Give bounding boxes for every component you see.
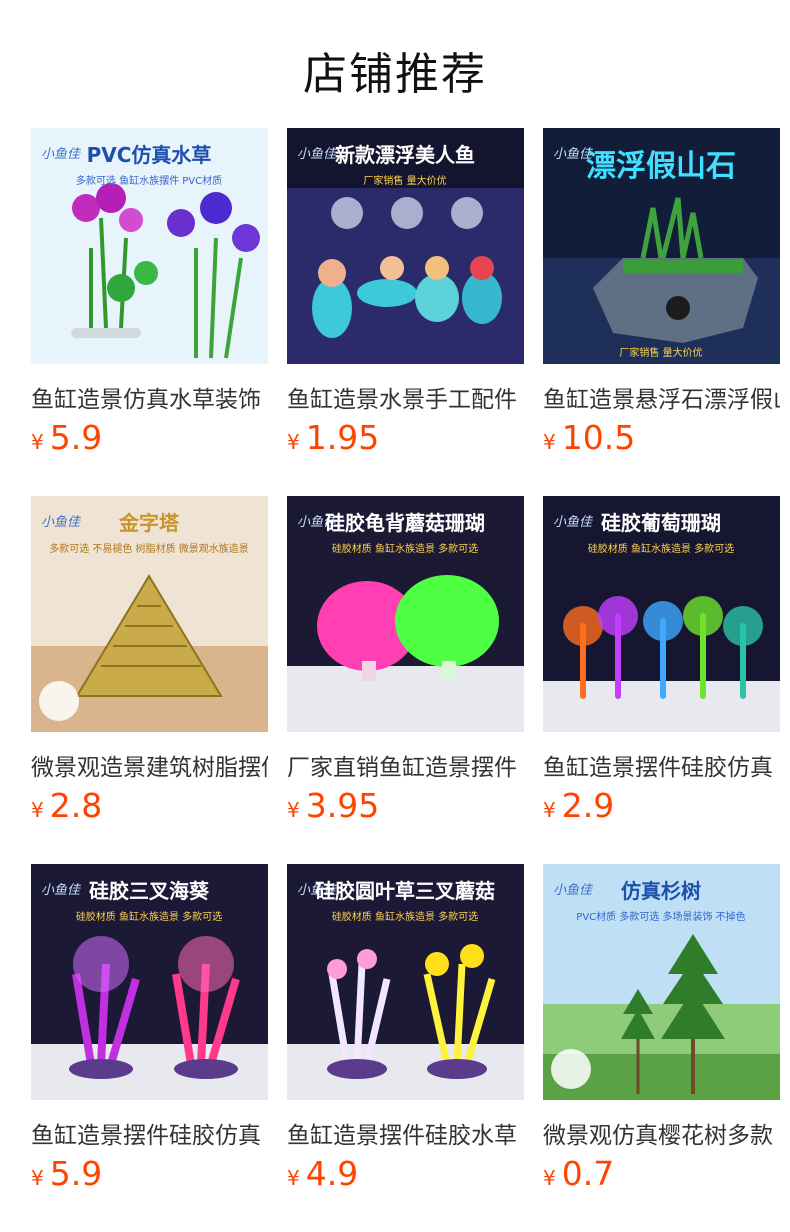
product-price: ¥5.9: [31, 418, 102, 457]
page-title: 店铺推荐: [303, 49, 487, 100]
svg-text:硅胶葡萄珊瑚: 硅胶葡萄珊瑚: [601, 511, 721, 535]
svg-text:硅胶圆叶草三叉蘑菇: 硅胶圆叶草三叉蘑菇: [315, 879, 495, 903]
svg-text:厂家销售 量大价优: 厂家销售 量大价优: [363, 174, 446, 187]
svg-text:仿真杉树: 仿真杉树: [621, 879, 701, 903]
product-price: ¥3.95: [287, 786, 379, 825]
product-name[interactable]: 鱼缸造景悬浮石漂浮假山石: [543, 380, 780, 414]
product-card[interactable]: 小鱼佳 PVC仿真水草 多款可选 鱼缸水族摆件 PVC材质 鱼缸造景仿真水草装饰…: [31, 128, 268, 468]
svg-text:硅胶龟背蘑菇珊瑚: 硅胶龟背蘑菇珊瑚: [325, 511, 485, 535]
product-price: ¥4.9: [287, 1154, 358, 1193]
price-value: 1.95: [305, 418, 380, 457]
svg-text:硅胶三叉海葵: 硅胶三叉海葵: [89, 879, 210, 903]
svg-text:硅胶材质 鱼缸水族造景 多款可选: 硅胶材质 鱼缸水族造景 多款可选: [588, 542, 734, 555]
svg-text:硅胶材质 鱼缸水族造景 多款可选: 硅胶材质 鱼缸水族造景 多款可选: [332, 542, 478, 555]
product-price: ¥0.7: [543, 1154, 614, 1193]
product-price: ¥2.8: [31, 786, 102, 825]
product-card[interactable]: 小鱼佳 硅胶葡萄珊瑚 硅胶材质 鱼缸水族造景 多款可选 鱼缸造景摆件硅胶仿真 ¥2…: [543, 496, 780, 836]
product-image[interactable]: 小鱼佳 硅胶龟背蘑菇珊瑚 硅胶材质 鱼缸水族造景 多款可选: [287, 496, 524, 732]
price-value: 2.8: [49, 786, 103, 825]
product-name[interactable]: 鱼缸造景仿真水草装饰: [31, 380, 268, 414]
product-name[interactable]: 厂家直销鱼缸造景摆件: [287, 748, 524, 782]
svg-text:漂浮假山石: 漂浮假山石: [586, 149, 736, 184]
currency-symbol: ¥: [287, 798, 300, 822]
svg-text:新款漂浮美人鱼: 新款漂浮美人鱼: [335, 143, 475, 167]
svg-text:硅胶材质 鱼缸水族造景 多款可选: 硅胶材质 鱼缸水族造景 多款可选: [76, 910, 222, 923]
shop-recommend-page: 店铺推荐 小鱼佳 PVC仿真水草 多款可选 鱼缸水族摆件 PVC材质 鱼缸造景仿…: [0, 0, 790, 1232]
product-card[interactable]: 小鱼佳 新款漂浮美人鱼 厂家销售 量大价优 鱼缸造景水景手工配件 ¥1.95: [287, 128, 524, 468]
product-card[interactable]: 小鱼佳 硅胶三叉海葵 硅胶材质 鱼缸水族造景 多款可选 鱼缸造景摆件硅胶仿真 ¥5…: [31, 864, 268, 1204]
product-name[interactable]: 微景观造景建筑树脂摆件: [31, 748, 268, 782]
svg-text:PVC材质 多款可选 多场景装饰 不掉色: PVC材质 多款可选 多场景装饰 不掉色: [576, 910, 745, 923]
currency-symbol: ¥: [31, 1166, 44, 1190]
svg-text:多款可选 不易褪色 树脂材质 微景观水族造景: 多款可选 不易褪色 树脂材质 微景观水族造景: [49, 542, 249, 555]
price-value: 3.95: [305, 786, 380, 825]
product-image[interactable]: 小鱼佳 新款漂浮美人鱼 厂家销售 量大价优: [287, 128, 524, 364]
svg-text:金字塔: 金字塔: [118, 511, 180, 535]
price-value: 5.9: [49, 418, 103, 457]
product-image[interactable]: 小鱼佳 硅胶葡萄珊瑚 硅胶材质 鱼缸水族造景 多款可选: [543, 496, 780, 732]
svg-text:PVC仿真水草: PVC仿真水草: [87, 143, 212, 167]
product-image[interactable]: 小鱼佳 硅胶三叉海葵 硅胶材质 鱼缸水族造景 多款可选: [31, 864, 268, 1100]
currency-symbol: ¥: [543, 798, 556, 822]
product-price: ¥10.5: [543, 418, 635, 457]
svg-text:多款可选 鱼缸水族摆件 PVC材质: 多款可选 鱼缸水族摆件 PVC材质: [76, 174, 222, 187]
product-card[interactable]: 小鱼佳 漂浮假山石 厂家销售 量大价优 鱼缸造景悬浮石漂浮假山石 ¥10.5: [543, 128, 780, 468]
product-price: ¥1.95: [287, 418, 379, 457]
price-value: 5.9: [49, 1154, 103, 1193]
price-value: 4.9: [305, 1154, 359, 1193]
product-card[interactable]: 小鱼佳 硅胶龟背蘑菇珊瑚 硅胶材质 鱼缸水族造景 多款可选 厂家直销鱼缸造景摆件…: [287, 496, 524, 836]
svg-text:硅胶材质 鱼缸水族造景 多款可选: 硅胶材质 鱼缸水族造景 多款可选: [332, 910, 478, 923]
product-card[interactable]: 小鱼佳 金字塔 多款可选 不易褪色 树脂材质 微景观水族造景 微景观造景建筑树脂…: [31, 496, 268, 836]
currency-symbol: ¥: [31, 430, 44, 454]
product-image[interactable]: 小鱼佳 金字塔 多款可选 不易褪色 树脂材质 微景观水族造景: [31, 496, 268, 732]
svg-text:小鱼佳: 小鱼佳: [41, 147, 81, 162]
svg-text:小鱼佳: 小鱼佳: [297, 147, 337, 162]
product-price: ¥2.9: [543, 786, 614, 825]
currency-symbol: ¥: [543, 430, 556, 454]
product-card[interactable]: 小鱼佳 硅胶圆叶草三叉蘑菇 硅胶材质 鱼缸水族造景 多款可选 鱼缸造景摆件硅胶水…: [287, 864, 524, 1204]
price-value: 2.9: [561, 786, 615, 825]
product-image[interactable]: 小鱼佳 漂浮假山石 厂家销售 量大价优: [543, 128, 780, 364]
product-price: ¥5.9: [31, 1154, 102, 1193]
product-name[interactable]: 鱼缸造景水景手工配件: [287, 380, 524, 414]
product-name[interactable]: 微景观仿真樱花树多款: [543, 1116, 780, 1150]
svg-text:厂家销售 量大价优: 厂家销售 量大价优: [619, 346, 702, 359]
price-value: 0.7: [561, 1154, 615, 1193]
currency-symbol: ¥: [31, 798, 44, 822]
currency-symbol: ¥: [287, 430, 300, 454]
product-image[interactable]: 小鱼佳 PVC仿真水草 多款可选 鱼缸水族摆件 PVC材质: [31, 128, 268, 364]
svg-text:小鱼佳: 小鱼佳: [553, 515, 593, 530]
product-image[interactable]: 小鱼佳 硅胶圆叶草三叉蘑菇 硅胶材质 鱼缸水族造景 多款可选: [287, 864, 524, 1100]
currency-symbol: ¥: [543, 1166, 556, 1190]
svg-text:小鱼佳: 小鱼佳: [553, 883, 593, 898]
product-name[interactable]: 鱼缸造景摆件硅胶仿真: [31, 1116, 268, 1150]
svg-text:小鱼佳: 小鱼佳: [41, 515, 81, 530]
price-value: 10.5: [561, 418, 636, 457]
product-name[interactable]: 鱼缸造景摆件硅胶仿真: [543, 748, 780, 782]
product-name[interactable]: 鱼缸造景摆件硅胶水草: [287, 1116, 524, 1150]
currency-symbol: ¥: [287, 1166, 300, 1190]
product-card[interactable]: 小鱼佳 仿真杉树 PVC材质 多款可选 多场景装饰 不掉色 微景观仿真樱花树多款…: [543, 864, 780, 1204]
product-image[interactable]: 小鱼佳 仿真杉树 PVC材质 多款可选 多场景装饰 不掉色: [543, 864, 780, 1100]
svg-text:小鱼佳: 小鱼佳: [41, 883, 81, 898]
